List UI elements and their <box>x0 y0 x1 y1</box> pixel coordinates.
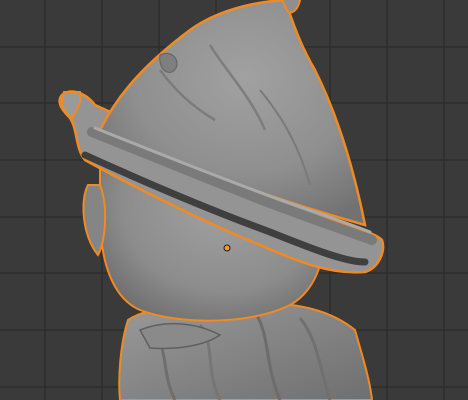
selected-mesh-object[interactable] <box>58 0 385 400</box>
viewport-canvas[interactable] <box>0 0 468 400</box>
3d-viewport[interactable] <box>0 0 468 400</box>
object-origin-icon[interactable] <box>223 244 231 252</box>
ear <box>82 184 107 257</box>
